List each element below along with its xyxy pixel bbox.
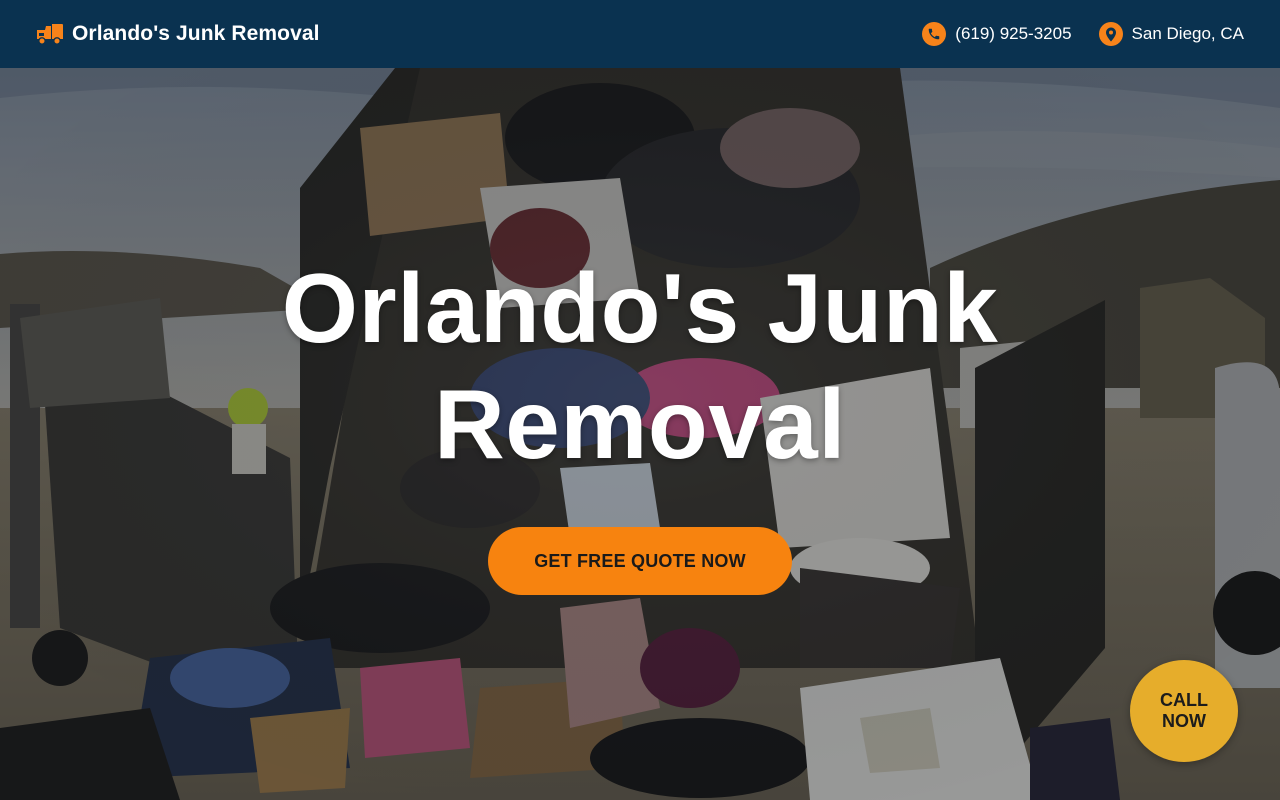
header-phone-number: (619) 925-3205: [955, 24, 1072, 43]
hero-title: Orlando's Junk Removal: [240, 250, 1040, 482]
brand-name: Orlando's Junk Removal: [72, 22, 320, 45]
header-contact: (619) 925-3205 San Diego, CA: [922, 22, 1244, 46]
brand-logo-link[interactable]: Orlando's Junk Removal: [36, 22, 320, 46]
map-pin-icon: [1098, 22, 1123, 46]
header-location-link[interactable]: San Diego, CA: [1098, 22, 1244, 46]
phone-icon: [922, 22, 947, 46]
hero-section: Orlando's Junk Removal GET FREE QUOTE NO…: [0, 68, 1280, 800]
call-now-line2: NOW: [1162, 711, 1206, 731]
call-now-floating-button[interactable]: CALL NOW: [1130, 660, 1238, 762]
get-free-quote-button[interactable]: GET FREE QUOTE NOW: [488, 527, 792, 595]
call-now-line1: CALL: [1160, 690, 1208, 710]
hero-title-line2: Removal: [433, 369, 846, 479]
hero-title-line1: Orlando's Junk: [281, 253, 999, 363]
site-header: Orlando's Junk Removal (619) 925-3205 Sa…: [0, 0, 1280, 68]
header-phone-link[interactable]: (619) 925-3205: [922, 22, 1072, 46]
header-location-text: San Diego, CA: [1131, 24, 1244, 43]
truck-icon: [36, 22, 64, 46]
